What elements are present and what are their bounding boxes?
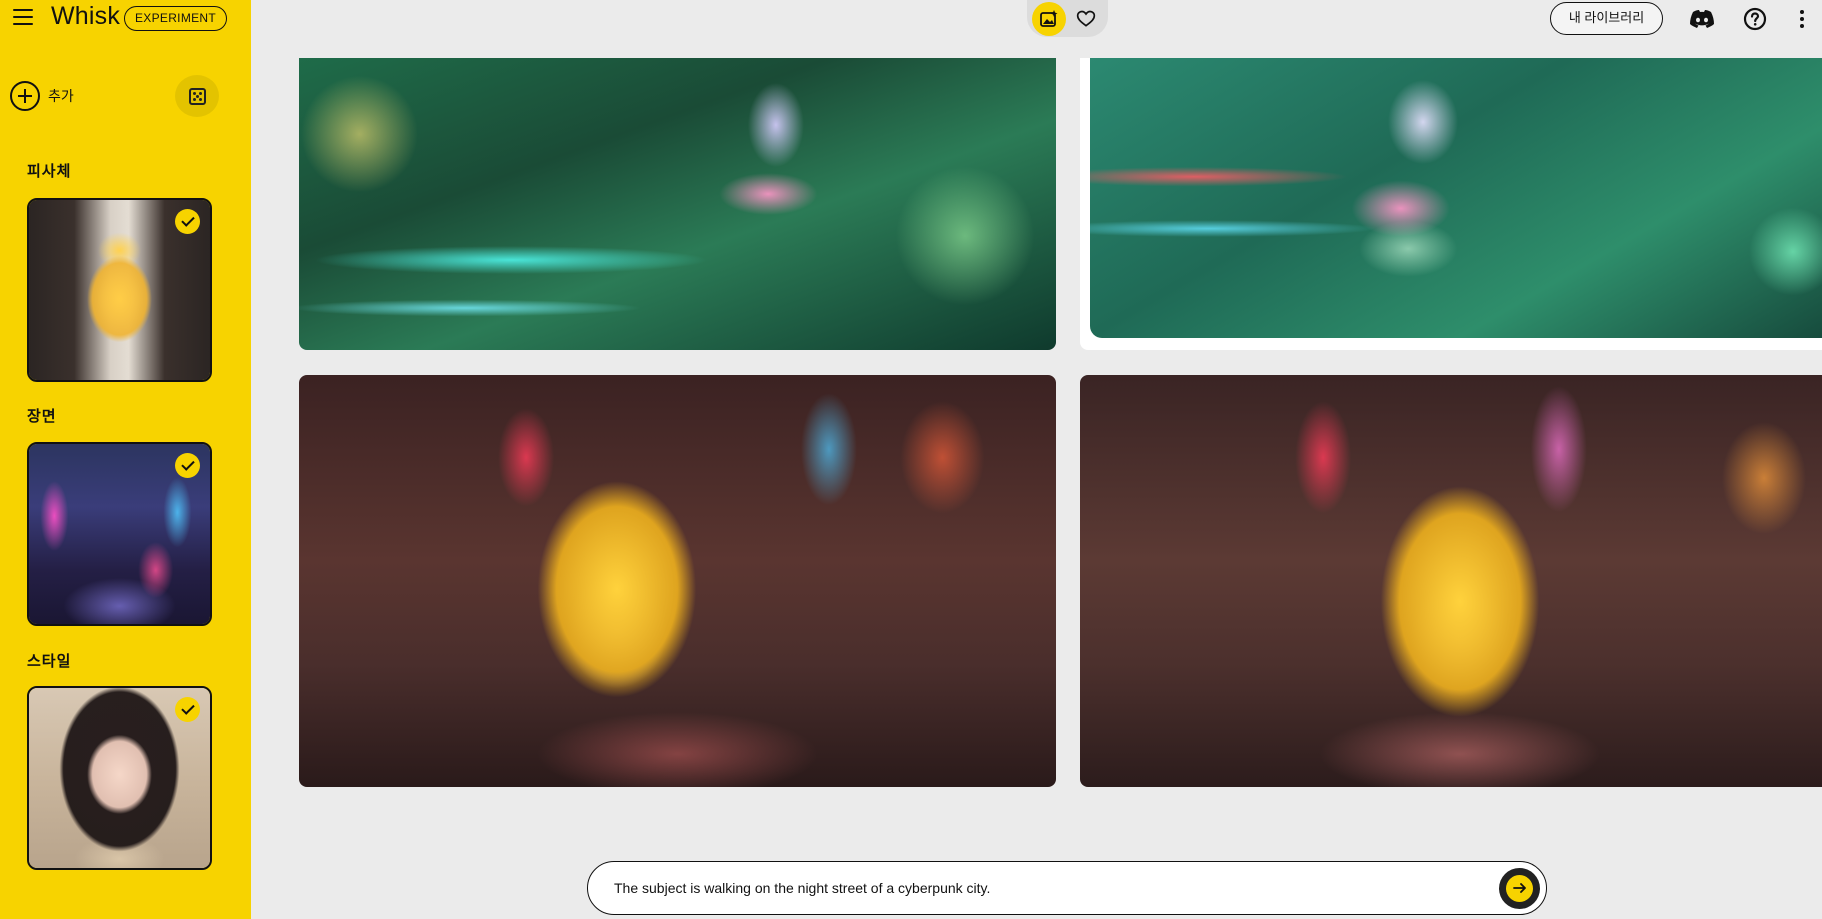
result-image-1[interactable] xyxy=(299,58,1056,350)
result-art xyxy=(1090,58,1822,338)
add-label: 추가 xyxy=(48,88,74,104)
send-button[interactable] xyxy=(1499,867,1540,909)
scene-thumbnail[interactable] xyxy=(27,442,212,626)
view-toggle xyxy=(1027,0,1108,37)
check-icon[interactable] xyxy=(175,453,200,478)
heart-icon[interactable] xyxy=(1069,2,1103,36)
check-icon[interactable] xyxy=(175,697,200,722)
subject-thumbnail[interactable] xyxy=(27,198,212,382)
style-thumbnail[interactable] xyxy=(27,686,212,870)
result-art xyxy=(299,58,1056,350)
prompt-input[interactable] xyxy=(612,879,1499,897)
result-art xyxy=(299,375,1056,787)
discord-icon[interactable] xyxy=(1688,5,1716,33)
result-image-2[interactable] xyxy=(1090,58,1822,338)
app-title: Whisk xyxy=(51,2,121,30)
section-label-style: 스타일 xyxy=(27,653,72,670)
dice-icon xyxy=(188,87,206,105)
result-image-3[interactable] xyxy=(299,375,1056,787)
results-gallery xyxy=(299,58,1822,788)
image-sparkle-icon[interactable] xyxy=(1032,1,1067,36)
result-image-4[interactable] xyxy=(1080,375,1822,787)
experiment-badge: EXPERIMENT xyxy=(124,6,228,31)
sidebar: Whisk EXPERIMENT 추가 피사체 장면 스타일 xyxy=(0,0,251,919)
add-button[interactable]: 추가 xyxy=(10,80,74,112)
plus-circle-icon xyxy=(10,81,40,111)
more-vert-icon[interactable] xyxy=(1790,5,1814,33)
help-icon[interactable] xyxy=(1741,5,1769,33)
section-label-subject: 피사체 xyxy=(27,163,72,180)
arrow-right-icon xyxy=(1506,874,1533,902)
section-label-scene: 장면 xyxy=(27,408,57,425)
result-art xyxy=(1080,375,1822,787)
my-library-button[interactable]: 내 라이브러리 xyxy=(1550,2,1663,35)
check-icon[interactable] xyxy=(175,209,200,234)
menu-icon[interactable] xyxy=(10,4,36,30)
random-button[interactable] xyxy=(175,75,219,117)
prompt-bar xyxy=(587,861,1547,915)
